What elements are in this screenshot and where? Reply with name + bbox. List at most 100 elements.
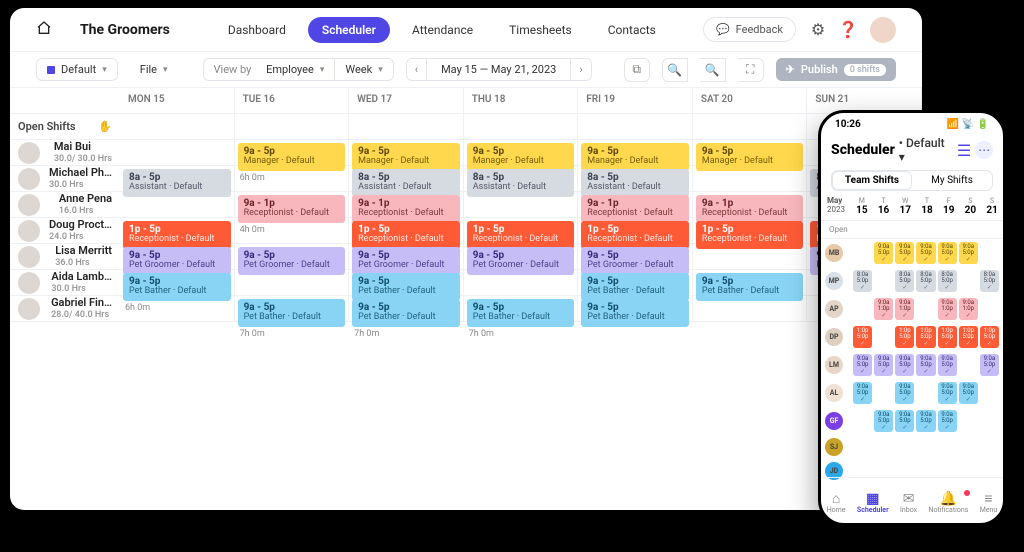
nav-tab-contacts[interactable]: Contacts: [594, 17, 670, 43]
open-shift-cell[interactable]: [120, 114, 235, 140]
mobile-day-header[interactable]: T18: [916, 197, 938, 216]
schedule-cell[interactable]: [464, 270, 579, 296]
open-shift-cell[interactable]: [693, 114, 808, 140]
mobile-avatar[interactable]: DP: [825, 328, 843, 346]
employee-row-label[interactable]: Doug Proct…24.0 Hrs: [10, 218, 120, 244]
employee-row-label[interactable]: Aida Lamb…30.0 Hrs: [10, 270, 120, 296]
mobile-shift[interactable]: 8:0a5:0p✓: [895, 270, 914, 292]
mobile-seg-0[interactable]: Team Shifts: [832, 171, 912, 190]
mobile-shift[interactable]: 9:0a5:0p✓: [959, 382, 978, 404]
mobile-day-header[interactable]: F19: [938, 197, 960, 216]
mobile-avatar[interactable]: MB: [825, 244, 843, 262]
shift-block[interactable]: 9a - 5pPet Bather · Default: [581, 299, 689, 327]
schedule-cell[interactable]: [120, 192, 235, 218]
more-icon[interactable]: ⋯: [975, 141, 993, 159]
schedule-cell[interactable]: [693, 166, 808, 192]
schedule-cell[interactable]: 9a - 5pPet Bather · Default6h 0m: [349, 270, 464, 296]
fullscreen-icon[interactable]: ⛶: [738, 58, 764, 82]
mobile-avatar[interactable]: GF: [825, 412, 843, 430]
schedule-cell[interactable]: 9a - 5pManager · Default6h 0m: [578, 140, 693, 166]
mobile-shift[interactable]: 9:0a5:0p✓: [916, 410, 935, 432]
mobile-day-header[interactable]: M15: [851, 197, 873, 216]
mobile-tab-home[interactable]: ⌂Home: [827, 492, 846, 514]
employee-row-label[interactable]: Gabriel Fin…28.0/ 40.0 Hrs: [10, 296, 120, 322]
mobile-shift[interactable]: 9:0a5:0p✓: [874, 410, 893, 432]
nav-tab-attendance[interactable]: Attendance: [398, 17, 487, 43]
mobile-shift[interactable]: 9:0a5:0p✓: [874, 354, 893, 376]
mobile-shift[interactable]: 9:0a5:0p✓: [938, 354, 957, 376]
open-shift-cell[interactable]: [235, 114, 350, 140]
mobile-shift[interactable]: 1:0p5:0p✓: [959, 326, 978, 348]
schedule-cell[interactable]: 9a - 5pPet Groomer · Default: [578, 244, 693, 270]
schedule-cell[interactable]: [464, 192, 579, 218]
mobile-tab-menu[interactable]: ≡Menu: [980, 492, 998, 514]
schedule-cell[interactable]: 1p - 5pReceptionist · Default4h 0m: [578, 218, 693, 244]
schedule-cell[interactable]: [235, 166, 350, 192]
schedule-cell[interactable]: 8a - 5pAssistant · Default: [120, 166, 235, 192]
employee-row-label[interactable]: Lisa Merritt36.0 Hrs: [10, 244, 120, 270]
schedule-cell[interactable]: [120, 140, 235, 166]
mobile-shift[interactable]: 9:0a5:0p✓: [938, 382, 957, 404]
mobile-avatar[interactable]: AP: [825, 300, 843, 318]
filter-icon[interactable]: ☰: [957, 141, 971, 160]
mobile-shift[interactable]: 9:0a5:0p✓: [895, 242, 914, 264]
schedule-cell[interactable]: 9a - 1pReceptionist · Default4h 0m: [578, 192, 693, 218]
shift-block[interactable]: 9a - 5pPet Bather · Default: [238, 299, 346, 327]
employee-row-label[interactable]: Michael Ph…30.0 Hrs: [10, 166, 120, 192]
mobile-shift[interactable]: 9:0a5:0p✓: [853, 382, 872, 404]
mobile-tab-scheduler[interactable]: ▦Scheduler: [857, 492, 889, 514]
zoom-in-icon[interactable]: 🔍: [700, 58, 726, 82]
mobile-shift[interactable]: 8:0a5:0p✓: [853, 270, 872, 292]
schedule-cell[interactable]: 9a - 1pReceptionist · Default: [693, 192, 808, 218]
schedule-cell[interactable]: 1p - 5pReceptionist · Default4h 0m: [349, 218, 464, 244]
publish-button[interactable]: ✈Publish0 shifts: [776, 58, 896, 81]
mobile-shift[interactable]: 8:0a5:0p✓: [916, 270, 935, 292]
schedule-cell[interactable]: 9a - 5pManager · Default6h 0m: [349, 140, 464, 166]
open-shift-cell[interactable]: [349, 114, 464, 140]
mobile-day-header[interactable]: W17: [894, 197, 916, 216]
feedback-button[interactable]: 💬Feedback: [703, 17, 796, 42]
mobile-shift[interactable]: 1:0p5:0p✓: [916, 326, 935, 348]
mobile-shift[interactable]: 1:0p5:0p✓: [895, 326, 914, 348]
schedule-cell[interactable]: [235, 218, 350, 244]
schedule-cell[interactable]: 8a - 5pAssistant · Default: [464, 166, 579, 192]
location-select[interactable]: Default▾: [36, 58, 118, 81]
schedule-cell[interactable]: 9a - 1pReceptionist · Default4h 0m: [235, 192, 350, 218]
schedule-cell[interactable]: 9a - 1pReceptionist · Default4h 0m: [349, 192, 464, 218]
mobile-tab-inbox[interactable]: ✉Inbox: [900, 492, 917, 514]
mobile-shift[interactable]: 9:0a5:0p✓: [916, 354, 935, 376]
mobile-shift[interactable]: 9:0a1:0p✓: [895, 298, 914, 320]
schedule-cell[interactable]: 1p - 5pReceptionist · Default: [693, 218, 808, 244]
mobile-avatar[interactable]: LM: [825, 356, 843, 374]
mobile-avatar[interactable]: MP: [825, 272, 843, 290]
mobile-shift[interactable]: 8:0a5:0p✓: [980, 270, 999, 292]
mobile-shift[interactable]: 1:0p5:0p✓: [853, 326, 872, 348]
period-select[interactable]: Week▾: [334, 58, 393, 81]
mobile-shift[interactable]: 9:0a5:0p✓: [895, 410, 914, 432]
schedule-cell[interactable]: 9a - 5pPet Bather · Default7h 0m: [235, 296, 350, 322]
shift-block[interactable]: 9a - 5pPet Bather · Default: [467, 299, 575, 327]
mobile-shift[interactable]: 1:0p5:0p✓: [938, 326, 957, 348]
schedule-cell[interactable]: 9a - 5pPet Groomer · Default: [464, 244, 579, 270]
mobile-shift[interactable]: 9:0a5:0p✓: [853, 354, 872, 376]
schedule-cell[interactable]: 9a - 5pPet Groomer · Default: [349, 244, 464, 270]
schedule-cell[interactable]: 9a - 5pManager · Default6h 0m: [235, 140, 350, 166]
nav-tab-timesheets[interactable]: Timesheets: [495, 17, 586, 43]
open-shift-cell[interactable]: [578, 114, 693, 140]
mobile-subtitle[interactable]: • Default ▾: [899, 136, 953, 164]
schedule-cell[interactable]: 9a - 5pPet Bather · Default: [578, 296, 693, 322]
mobile-shift[interactable]: 9:0a5:0p✓: [959, 242, 978, 264]
schedule-cell[interactable]: 1p - 5pReceptionist · Default4h 0m: [464, 218, 579, 244]
mobile-seg-1[interactable]: My Shifts: [912, 171, 992, 190]
mobile-day-header[interactable]: S20: [960, 197, 982, 216]
mobile-shift[interactable]: 1:0p5:0p✓: [980, 326, 999, 348]
schedule-cell[interactable]: [120, 296, 235, 322]
open-shift-cell[interactable]: [464, 114, 579, 140]
schedule-cell[interactable]: 8a - 5pAssistant · Default: [349, 166, 464, 192]
shift-block[interactable]: 9a - 5pPet Bather · Default: [352, 299, 460, 327]
mobile-shift[interactable]: 9:0a5:0p✓: [874, 242, 893, 264]
date-range-label[interactable]: May 15 — May 21, 2023: [426, 59, 571, 80]
schedule-cell[interactable]: [235, 270, 350, 296]
schedule-cell[interactable]: 9a - 5pPet Bather · Default6h 0m: [120, 270, 235, 296]
schedule-cell[interactable]: 9a - 5pPet Groomer · Default: [120, 244, 235, 270]
